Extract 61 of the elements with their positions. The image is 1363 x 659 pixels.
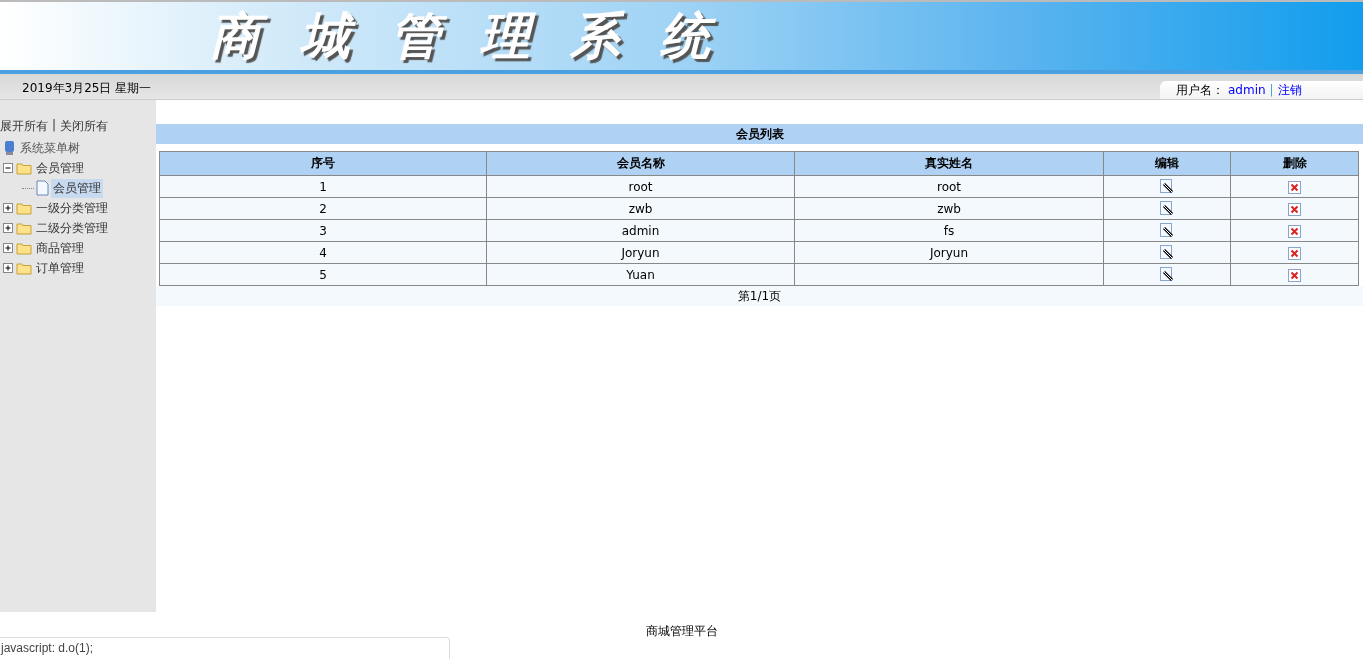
delete-icon[interactable] bbox=[1288, 268, 1301, 282]
collapse-icon[interactable] bbox=[3, 162, 14, 174]
folder-icon bbox=[16, 221, 32, 235]
table-cell: zwb bbox=[794, 197, 1104, 220]
expand-icon[interactable] bbox=[3, 222, 14, 234]
separator-text: | bbox=[1269, 83, 1274, 97]
folder-icon bbox=[16, 261, 32, 275]
folder-icon bbox=[16, 201, 32, 215]
column-header: 会员名称 bbox=[486, 151, 795, 176]
table-cell: root bbox=[486, 175, 795, 198]
pagination-text: 第1/1页 bbox=[737, 287, 782, 305]
table-cell: root bbox=[794, 175, 1104, 198]
expand-icon[interactable] bbox=[3, 262, 14, 274]
table-cell: zwb bbox=[486, 197, 795, 220]
delete-icon[interactable] bbox=[1288, 202, 1301, 216]
date-text: 2019年3月25日 星期一 bbox=[21, 80, 152, 97]
expand-all-link[interactable]: 展开所有 bbox=[0, 118, 48, 135]
delete-icon[interactable] bbox=[1288, 246, 1301, 260]
footer-text: 商城管理平台 bbox=[645, 624, 718, 638]
status-bar: javascript: d.o(1); bbox=[0, 637, 450, 659]
table-cell: fs bbox=[794, 219, 1104, 242]
table-title: 会员列表 bbox=[156, 124, 1363, 144]
edit-icon[interactable] bbox=[1160, 245, 1174, 260]
delete-icon[interactable] bbox=[1288, 224, 1301, 238]
collapse-all-link[interactable]: 关闭所有 bbox=[60, 118, 109, 135]
column-header: 真实姓名 bbox=[794, 151, 1104, 176]
table-cell: Yuan bbox=[486, 263, 795, 286]
tree-item[interactable]: 订单管理 bbox=[34, 258, 86, 278]
table-cell: 1 bbox=[159, 175, 487, 198]
tree-item[interactable]: 会员管理 bbox=[34, 158, 86, 178]
table-cell: Joryun bbox=[486, 241, 795, 264]
tree-root-label: 系统菜单树 bbox=[20, 139, 80, 157]
tree-item[interactable]: 会员管理 bbox=[51, 178, 103, 198]
table-cell: Joryun bbox=[794, 241, 1104, 264]
edit-icon[interactable] bbox=[1160, 223, 1174, 238]
expand-icon[interactable] bbox=[3, 242, 14, 254]
column-header: 删除 bbox=[1230, 151, 1359, 176]
edit-icon[interactable] bbox=[1160, 201, 1174, 216]
table-cell: 2 bbox=[159, 197, 487, 220]
folder-icon bbox=[16, 161, 32, 175]
username: admin bbox=[1228, 83, 1266, 97]
folder-icon bbox=[16, 241, 32, 255]
expand-icon[interactable] bbox=[3, 202, 14, 214]
page-icon bbox=[36, 180, 49, 196]
table-cell: 5 bbox=[159, 263, 487, 286]
username-label: 用户名： bbox=[1176, 81, 1224, 99]
column-header: 序号 bbox=[159, 151, 487, 176]
table-cell: 3 bbox=[159, 219, 487, 242]
edit-icon[interactable] bbox=[1160, 179, 1174, 194]
tree-item[interactable]: 商品管理 bbox=[34, 238, 86, 258]
table-cell: 4 bbox=[159, 241, 487, 264]
computer-icon bbox=[3, 140, 16, 156]
table-cell: admin bbox=[486, 219, 795, 242]
system-title: 商城管理系统 bbox=[210, 4, 750, 67]
tree-item[interactable]: 一级分类管理 bbox=[34, 198, 110, 218]
delete-icon[interactable] bbox=[1288, 180, 1301, 194]
separator-text: | bbox=[52, 118, 57, 134]
tree-item[interactable]: 二级分类管理 bbox=[34, 218, 110, 238]
logout-link[interactable]: 注销 bbox=[1277, 81, 1302, 99]
edit-icon[interactable] bbox=[1160, 267, 1174, 282]
column-header: 编辑 bbox=[1103, 151, 1231, 176]
